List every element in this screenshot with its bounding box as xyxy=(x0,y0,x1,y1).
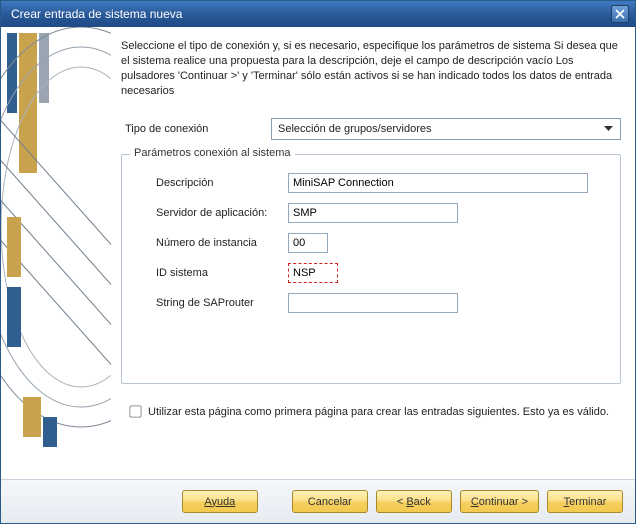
appserver-input[interactable] xyxy=(288,203,458,223)
dialog-body: Seleccione el tipo de conexión y, si es … xyxy=(1,27,635,479)
dialog-footer: Ayuda Cancelar < Back Continuar > Termin… xyxy=(1,479,635,523)
instance-label: Número de instancia xyxy=(156,237,288,249)
finish-button[interactable]: Terminar xyxy=(547,490,623,513)
description-label: Descripción xyxy=(156,177,288,189)
appserver-row: Servidor de aplicación: xyxy=(156,203,610,223)
titlebar: Crear entrada de sistema nueva xyxy=(1,1,635,27)
connection-type-row: Tipo de conexión Selección de grupos/ser… xyxy=(121,118,621,140)
cancel-button[interactable]: Cancelar xyxy=(292,490,368,513)
wizard-main: Seleccione el tipo de conexión y, si es … xyxy=(111,27,635,479)
close-icon xyxy=(615,9,625,19)
next-button[interactable]: Continuar > xyxy=(460,490,539,513)
reuse-page-label: Utilizar esta página como primera página… xyxy=(148,406,609,418)
help-button[interactable]: Ayuda xyxy=(182,490,258,513)
window-title: Crear entrada de sistema nueva xyxy=(11,7,611,21)
description-row: Descripción xyxy=(156,173,610,193)
instance-row: Número de instancia xyxy=(156,233,610,253)
connection-type-select[interactable]: Selección de grupos/servidores xyxy=(271,118,621,140)
system-params-legend: Parámetros conexión al sistema xyxy=(130,147,295,159)
saprouter-row: String de SAProuter xyxy=(156,293,610,313)
reuse-page-checkbox[interactable] xyxy=(129,406,141,418)
instance-input[interactable] xyxy=(288,233,328,253)
chevron-down-icon xyxy=(600,122,616,136)
wizard-sidebar-image xyxy=(1,27,111,479)
description-input[interactable] xyxy=(288,173,588,193)
back-button[interactable]: < Back xyxy=(376,490,452,513)
intro-text: Seleccione el tipo de conexión y, si es … xyxy=(121,39,621,98)
sysid-row: ID sistema xyxy=(156,263,610,283)
saprouter-label: String de SAProuter xyxy=(156,297,288,309)
saprouter-input[interactable] xyxy=(288,293,458,313)
sysid-input[interactable] xyxy=(288,263,338,283)
appserver-label: Servidor de aplicación: xyxy=(156,207,288,219)
reuse-page-row: Utilizar esta página como primera página… xyxy=(121,402,621,421)
close-button[interactable] xyxy=(611,5,629,23)
system-params-fieldset: Parámetros conexión al sistema Descripci… xyxy=(121,154,621,384)
sysid-label: ID sistema xyxy=(156,267,288,279)
connection-type-label: Tipo de conexión xyxy=(121,123,271,135)
connection-type-selected: Selección de grupos/servidores xyxy=(278,123,431,135)
